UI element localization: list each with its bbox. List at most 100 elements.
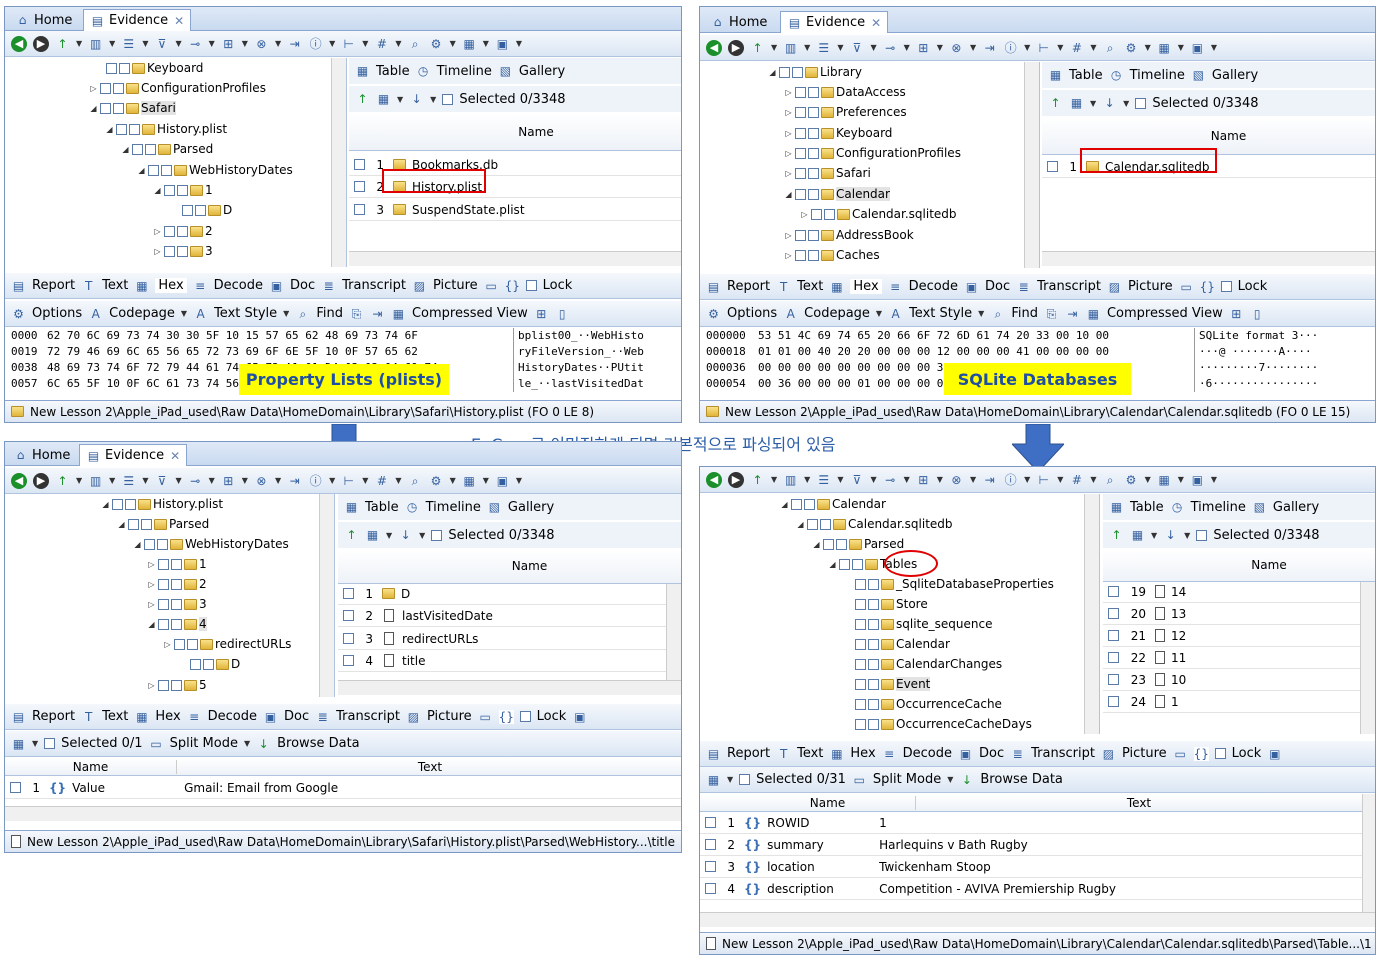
tab-report[interactable]: Report <box>727 746 770 761</box>
browse-data-button[interactable]: Browse Data <box>277 736 360 751</box>
filter-icon[interactable]: ⊽ <box>849 473 864 487</box>
copy-icon[interactable]: ⎘ <box>349 307 364 321</box>
export-icon[interactable]: ⇥ <box>982 473 997 487</box>
export-icon[interactable]: ⇥ <box>982 41 997 55</box>
codepage-button[interactable]: Codepage <box>109 306 175 321</box>
options-button[interactable]: Options <box>727 306 777 321</box>
up-icon[interactable]: ↑ <box>355 92 370 106</box>
tab-decode[interactable]: Decode <box>909 279 958 294</box>
split-mode-button[interactable]: Split Mode <box>873 772 941 787</box>
tree-node[interactable]: ▷ ConfigurationProfiles <box>89 78 266 98</box>
tree-icon[interactable]: ⊢ <box>1036 41 1051 55</box>
fields-icon[interactable]: {} <box>505 279 520 293</box>
tab-hex[interactable]: Hex <box>850 279 882 294</box>
grid-icon[interactable]: ▦ <box>1069 96 1084 110</box>
back-icon[interactable]: ◀ <box>11 35 27 52</box>
table-row[interactable]: 24 1 <box>1103 691 1360 713</box>
close-icon[interactable]: ✕ <box>174 14 184 28</box>
report-icon[interactable]: ▦ <box>1157 473 1172 487</box>
tree-node[interactable]: ◢ 1 <box>153 180 212 200</box>
field-row[interactable]: 4{} description Competition - AVIVA Premie… <box>700 878 1362 900</box>
process-icon[interactable]: ⚙ <box>1124 41 1139 55</box>
tab-hex[interactable]: Hex <box>155 278 187 293</box>
up-icon[interactable]: ↑ <box>750 473 765 487</box>
table-row[interactable]: 3 SuspendState.plist <box>349 199 681 221</box>
tree-node[interactable]: Calendar <box>844 634 950 654</box>
select-all-checkbox[interactable] <box>1196 529 1208 541</box>
tree-node[interactable]: ◢ Parsed <box>117 514 209 534</box>
tree-node[interactable]: _SqliteDatabaseProperties <box>844 574 1054 594</box>
tab-transcript[interactable]: Transcript <box>1037 279 1101 294</box>
tab-picture[interactable]: Picture <box>1122 746 1167 761</box>
lock-checkbox[interactable] <box>525 280 537 291</box>
tree-node[interactable]: OccurrenceCacheDays <box>844 714 1032 734</box>
columns-icon[interactable]: ☰ <box>816 473 831 487</box>
back-icon[interactable]: ◀ <box>706 39 722 56</box>
page-icon[interactable]: ▯ <box>555 307 570 321</box>
export-icon[interactable]: ⇥ <box>287 474 302 488</box>
tab-table[interactable]: Table <box>1130 500 1164 515</box>
field-row[interactable]: 1{} Value Gmail: Email from Google <box>5 777 681 799</box>
fields-hscrollbar[interactable] <box>700 912 1375 927</box>
info-icon[interactable]: ⓘ <box>308 474 323 488</box>
tab-picture[interactable]: Picture <box>1128 279 1173 294</box>
tab-doc[interactable]: Doc <box>290 278 315 293</box>
lock-checkbox[interactable] <box>1220 281 1232 292</box>
bookmark-icon[interactable]: ⊞ <box>1229 307 1244 321</box>
tab-text[interactable]: Text <box>102 278 128 293</box>
sort-icon[interactable]: ↓ <box>1163 528 1178 542</box>
tree-node[interactable]: ◢ History.plist <box>101 494 223 514</box>
copy-icon[interactable]: ⎘ <box>1044 307 1059 321</box>
grid-icon[interactable]: ▦ <box>1130 528 1145 542</box>
tab-decode[interactable]: Decode <box>214 278 263 293</box>
name-column-header[interactable]: Name <box>338 549 681 584</box>
tree-node[interactable]: ◢ Calendar.sqlitedb <box>796 514 952 534</box>
hash-icon[interactable]: # <box>1069 473 1084 487</box>
forward-icon[interactable]: ▶ <box>33 35 49 52</box>
tree-node[interactable]: ▷ 2 <box>153 221 212 241</box>
tree-node[interactable]: OccurrenceCache <box>844 694 1002 714</box>
tree-node[interactable]: ◢ Calendar <box>784 184 890 204</box>
table-row[interactable]: 19 14 <box>1103 581 1360 603</box>
tree-node[interactable]: ▷ 3 <box>153 241 212 261</box>
export-icon[interactable]: ⇥ <box>287 37 302 51</box>
tag-icon[interactable]: ⊸ <box>188 37 203 51</box>
tree-node[interactable]: ◢ Parsed <box>121 139 213 159</box>
close-icon[interactable]: ✕ <box>871 16 881 30</box>
info-icon[interactable]: ⓘ <box>1003 41 1018 55</box>
table-vscrollbar[interactable] <box>666 584 681 682</box>
process-icon[interactable]: ⚙ <box>429 37 444 51</box>
table-row[interactable]: 23 10 <box>1103 669 1360 691</box>
compressed-view-button[interactable]: Compressed View <box>1107 306 1223 321</box>
table-hscrollbar[interactable] <box>349 251 681 266</box>
tab-picture[interactable]: Picture <box>433 278 478 293</box>
name-column-header[interactable]: Name <box>349 113 681 151</box>
tag-icon[interactable]: ⊸ <box>883 41 898 55</box>
tree-node[interactable]: ▷ Calendar.sqlitedb <box>800 204 956 224</box>
info-icon[interactable]: ⓘ <box>308 37 323 51</box>
tab-evidence[interactable]: ▤ Evidence ✕ <box>79 444 188 466</box>
name-column-header[interactable]: Name <box>1103 549 1375 582</box>
tree-node[interactable]: ▷ DataAccess <box>784 82 905 102</box>
tab-table[interactable]: Table <box>376 64 410 79</box>
grid-icon[interactable]: ▦ <box>365 528 380 542</box>
table-row[interactable]: 20 13 <box>1103 603 1360 625</box>
browse-data-button[interactable]: Browse Data <box>980 772 1063 787</box>
close-icon[interactable]: ✕ <box>170 449 180 463</box>
tab-table[interactable]: Table <box>1069 68 1103 83</box>
search-icon[interactable]: ⌕ <box>1103 473 1118 487</box>
fields-vscrollbar[interactable] <box>1362 794 1375 914</box>
select-all-checkbox[interactable] <box>44 738 56 749</box>
table-row[interactable]: 2 lastVisitedDate <box>338 605 666 627</box>
tree-icon[interactable]: ⊢ <box>341 37 356 51</box>
fields-hscrollbar[interactable] <box>5 806 681 821</box>
filter-icon[interactable]: ⊽ <box>154 474 169 488</box>
tree-node[interactable]: ◢ WebHistoryDates <box>137 160 292 180</box>
up-icon[interactable]: ↑ <box>55 474 70 488</box>
tab-text[interactable]: Text <box>102 709 128 724</box>
window-icon[interactable]: ▣ <box>1190 473 1205 487</box>
field-row[interactable]: 1{} ROWID 1 <box>700 812 1362 834</box>
window-icon[interactable]: ▣ <box>1267 747 1282 761</box>
columns-icon[interactable]: ☰ <box>121 474 136 488</box>
columns-icon[interactable]: ☰ <box>121 37 136 51</box>
